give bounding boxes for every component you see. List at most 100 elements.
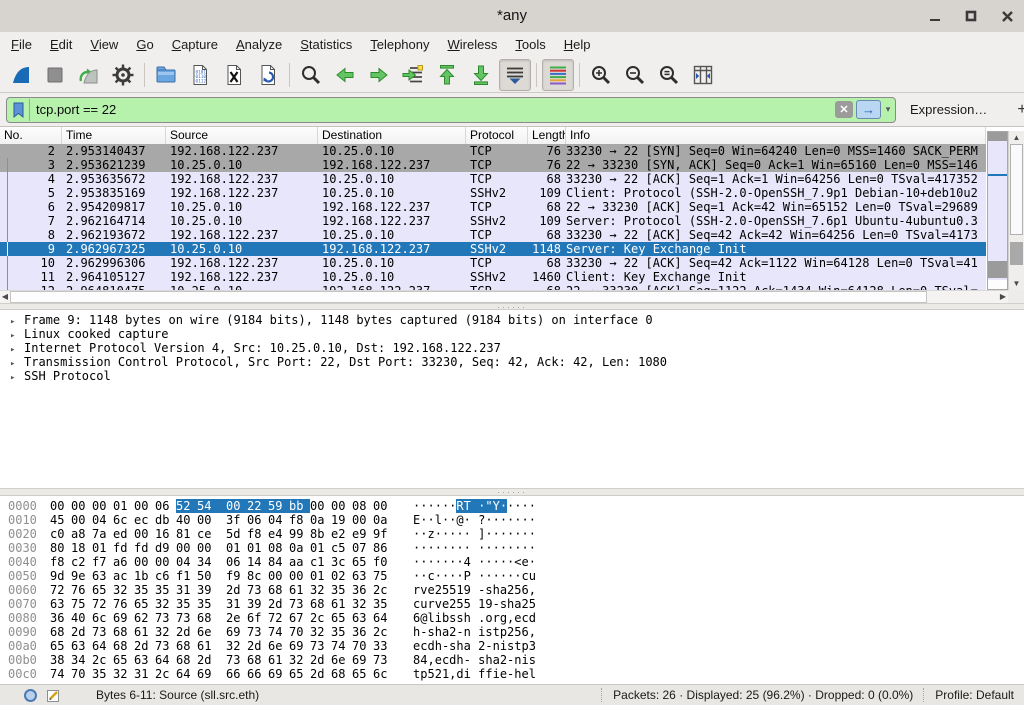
zoom-in-button[interactable] [585, 59, 617, 91]
start-capture-button[interactable] [5, 59, 37, 91]
filter-history-caret[interactable]: ▾ [881, 104, 895, 115]
filter-bookmark-button[interactable] [7, 99, 30, 121]
expert-info-button[interactable] [24, 689, 37, 702]
packet-row[interactable]: 52.953835169192.168.122.23710.25.0.10SSH… [0, 186, 986, 200]
hex-byte: c2 [71, 555, 92, 569]
menu-capture[interactable]: Capture [163, 32, 227, 58]
go-back-button[interactable] [329, 59, 361, 91]
go-first-button[interactable] [431, 59, 463, 91]
minimap-selected-marker [988, 174, 1007, 176]
auto-scroll-button[interactable] [499, 59, 531, 91]
save-file-button[interactable]: 010101100112 [184, 59, 216, 91]
hex-row[interactable]: 008036406c69627373682e6f72672c6563646@li… [8, 611, 1024, 625]
cell-time: 2.953621239 [62, 158, 166, 172]
menu-wireless[interactable]: Wireless [439, 32, 507, 58]
find-packet-button[interactable] [295, 59, 327, 91]
menu-tools[interactable]: Tools [506, 32, 554, 58]
hex-row[interactable]: 0040f8c2f7a600000434061484aac13c65f0····… [8, 555, 1024, 569]
hex-row[interactable]: 0090682d736861322d6e697374703235362ch-sh… [8, 625, 1024, 639]
intelligent-scrollbar-minimap[interactable] [987, 131, 1008, 290]
column-header-length[interactable]: Length [528, 127, 566, 144]
column-header-info[interactable]: Info [566, 127, 986, 144]
pane-splitter-bottom[interactable]: ······ [0, 488, 1024, 496]
add-filter-button[interactable]: + [1009, 101, 1024, 119]
menu-telephony[interactable]: Telephony [361, 32, 438, 58]
detail-row[interactable]: ▸Internet Protocol Version 4, Src: 10.25… [0, 341, 1024, 355]
menu-statistics[interactable]: Statistics [291, 32, 361, 58]
detail-row[interactable]: ▸Linux cooked capture [0, 327, 1024, 341]
close-file-button[interactable] [218, 59, 250, 91]
related-packet-line [7, 186, 8, 200]
hex-byte: 2d [310, 653, 331, 667]
resize-columns-button[interactable] [687, 59, 719, 91]
go-forward-icon [367, 63, 391, 87]
maximize-button[interactable] [960, 5, 982, 27]
column-header-no[interactable]: No. [0, 127, 62, 144]
menu-go[interactable]: Go [127, 32, 162, 58]
column-header-destination[interactable]: Destination [318, 127, 466, 144]
scroll-down-arrow[interactable]: ▼ [1009, 277, 1024, 290]
menu-file[interactable]: File [2, 32, 41, 58]
hex-row[interactable]: 00b038342c656364682d736861322d6e697384,e… [8, 653, 1024, 667]
capture-comment-icon[interactable] [47, 689, 60, 702]
menu-edit[interactable]: Edit [41, 32, 81, 58]
zoom-original-button[interactable] [653, 59, 685, 91]
packet-list-vscrollbar[interactable]: ▲ ▼ [1008, 131, 1024, 290]
restart-capture-button[interactable] [73, 59, 105, 91]
status-profile[interactable]: Profile: Default [935, 688, 1014, 702]
packet-row[interactable]: 62.95420981710.25.0.10192.168.122.237TCP… [0, 200, 986, 214]
packet-row[interactable]: 22.953140437192.168.122.23710.25.0.10TCP… [0, 144, 986, 158]
stop-capture-button[interactable] [39, 59, 71, 91]
menu-analyze[interactable]: Analyze [227, 32, 291, 58]
packet-row[interactable]: 112.964105127192.168.122.23710.25.0.10SS… [0, 270, 986, 284]
menu-help[interactable]: Help [555, 32, 600, 58]
hex-row[interactable]: 0070637572766532353531392d7368613235curv… [8, 597, 1024, 611]
colorize-button[interactable] [542, 59, 574, 91]
go-to-packet-button[interactable] [397, 59, 429, 91]
go-last-button[interactable] [465, 59, 497, 91]
reload-file-button[interactable] [252, 59, 284, 91]
capture-options-button[interactable] [107, 59, 139, 91]
hex-row[interactable]: 0020c0a87aed001681ce5df8e4998be2e99f··z·… [8, 527, 1024, 541]
hex-row[interactable]: 00104500046cecdb40003f0604f80a19000aE··l… [8, 513, 1024, 527]
hex-byte: 73 [247, 625, 268, 639]
zoom-out-button[interactable] [619, 59, 651, 91]
close-button[interactable] [996, 5, 1018, 27]
hex-byte: c5 [331, 541, 352, 555]
column-header-source[interactable]: Source [166, 127, 318, 144]
detail-row[interactable]: ▸Transmission Control Protocol, Src Port… [0, 355, 1024, 369]
detail-row[interactable]: ▸SSH Protocol [0, 369, 1024, 383]
hex-row[interactable]: 00000000000100065254002259bb00000800····… [8, 499, 1024, 513]
column-header-protocol[interactable]: Protocol [466, 127, 528, 144]
scroll-up-arrow[interactable]: ▲ [1009, 131, 1024, 144]
cell-no: 5 [0, 186, 62, 200]
packet-row[interactable]: 72.96216471410.25.0.10192.168.122.237SSH… [0, 214, 986, 228]
packet-row[interactable]: 32.95362123910.25.0.10192.168.122.237TCP… [0, 158, 986, 172]
packet-row[interactable]: 102.962996306192.168.122.23710.25.0.10TC… [0, 256, 986, 270]
packet-row[interactable]: 92.96296732510.25.0.10192.168.122.237SSH… [0, 242, 986, 256]
packet-row[interactable]: 82.962193672192.168.122.23710.25.0.10TCP… [0, 228, 986, 242]
minimize-button[interactable] [924, 5, 946, 27]
hex-row[interactable]: 0030801801fdfdd900000101080a01c50786····… [8, 541, 1024, 555]
packet-row[interactable]: 42.953635672192.168.122.23710.25.0.10TCP… [0, 172, 986, 186]
restart-capture-icon [77, 63, 101, 87]
column-header-time[interactable]: Time [62, 127, 166, 144]
hex-row[interactable]: 00509d9e63ac1bc6f150f98c000001026375··c·… [8, 569, 1024, 583]
expression-button[interactable]: Expression… [910, 102, 987, 117]
hex-row[interactable]: 00a0656364682d736861322d6e6973747033ecdh… [8, 639, 1024, 653]
detail-row[interactable]: ▸Frame 9: 1148 bytes on wire (9184 bits)… [0, 313, 1024, 327]
filter-clear-button[interactable]: ✕ [835, 101, 853, 118]
menu-view[interactable]: View [81, 32, 127, 58]
pane-splitter-top[interactable]: ······ [0, 303, 1024, 310]
hex-row[interactable]: 00c074703532312c6469666669652d68656ctp52… [8, 667, 1024, 681]
go-forward-button[interactable] [363, 59, 395, 91]
open-file-button[interactable] [150, 59, 182, 91]
start-capture-icon [9, 63, 33, 87]
expand-arrow-icon[interactable]: ▸ [10, 371, 24, 385]
display-filter-input[interactable]: tcp.port == 22 ✕ → ▾ [6, 97, 896, 123]
vscroll-thumb[interactable] [1010, 144, 1023, 235]
filter-apply-button[interactable]: → [856, 100, 881, 119]
hex-byte: c0 [50, 527, 71, 541]
cell-len: 68 [528, 200, 566, 214]
hex-row[interactable]: 006072766532353531392d7368613235362crve2… [8, 583, 1024, 597]
